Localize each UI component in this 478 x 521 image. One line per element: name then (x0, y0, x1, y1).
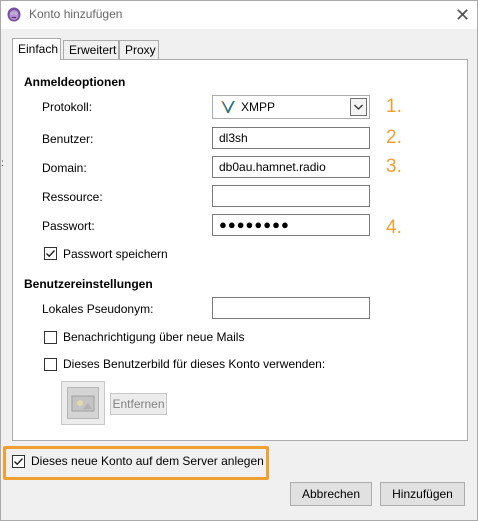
new-mail-notify-checkbox[interactable] (44, 331, 57, 344)
save-password-checkbox[interactable] (44, 247, 57, 260)
section-heading-login-options: Anmeldeoptionen (24, 75, 126, 89)
tab-label: Einfach (18, 42, 59, 56)
window-title: Konto hinzufügen (29, 7, 123, 21)
tab-label: Proxy (125, 43, 156, 57)
tab-proxy[interactable]: Proxy (119, 40, 159, 59)
annotation-number-4: 4. (386, 217, 402, 238)
tab-label: Erweitert (69, 43, 117, 57)
chevron-down-icon (354, 104, 363, 110)
use-buddy-icon-checkbox[interactable] (44, 358, 57, 371)
domain-label: Domain: (42, 161, 87, 175)
user-label: Benutzer: (42, 132, 94, 146)
create-account-checkbox[interactable] (12, 455, 25, 468)
resource-input[interactable] (212, 185, 370, 207)
annotation-number-2: 2. (386, 127, 402, 148)
annotation-number-3: 3. (386, 156, 402, 177)
close-button[interactable]: ✕ (448, 1, 477, 29)
remove-icon-button[interactable]: Entfernen (110, 393, 167, 415)
local-alias-label: Lokales Pseudonym: (42, 302, 154, 316)
annotation-number-1: 1. (386, 96, 402, 117)
password-label: Passwort: (42, 219, 95, 233)
tab-erweitert[interactable]: Erweitert (63, 40, 119, 59)
checkmark-icon (14, 458, 24, 466)
cancel-button[interactable]: Abbrechen (290, 482, 372, 506)
title-bar: Konto hinzufügen ✕ (1, 1, 477, 29)
password-input[interactable]: ●●●●●●●● (212, 214, 370, 236)
xmpp-icon (221, 101, 235, 114)
section-heading-user-settings: Benutzereinstellungen (24, 277, 153, 291)
pidgin-app-icon (7, 7, 21, 22)
background-glyph: : (1, 158, 4, 169)
protocol-select[interactable]: XMPP (212, 95, 370, 119)
domain-input[interactable]: db0au.hamnet.radio (212, 156, 370, 178)
local-alias-input[interactable] (212, 297, 370, 319)
use-buddy-icon-label[interactable]: Dieses Benutzerbild für dieses Konto ver… (63, 357, 325, 371)
create-account-label[interactable]: Dieses neue Konto auf dem Server anlegen (31, 454, 264, 468)
add-button[interactable]: Hinzufügen (380, 482, 465, 506)
checkmark-icon (46, 250, 56, 258)
add-account-dialog: Konto hinzufügen ✕ : Einfach Erweitert P… (0, 0, 478, 521)
dropdown-button[interactable] (350, 98, 367, 116)
new-mail-notify-label[interactable]: Benachrichtigung über neue Mails (63, 330, 244, 344)
protocol-value: XMPP (241, 100, 276, 114)
resource-label: Ressource: (42, 190, 103, 204)
save-password-label[interactable]: Passwort speichern (63, 247, 168, 261)
user-input[interactable]: dl3sh (212, 127, 370, 149)
buddy-icon-placeholder-icon (71, 395, 95, 412)
close-icon: ✕ (454, 5, 471, 25)
buddy-icon-button[interactable] (61, 381, 105, 425)
avatar (67, 387, 99, 419)
protocol-label: Protokoll: (42, 100, 93, 114)
tab-einfach[interactable]: Einfach (12, 38, 61, 60)
